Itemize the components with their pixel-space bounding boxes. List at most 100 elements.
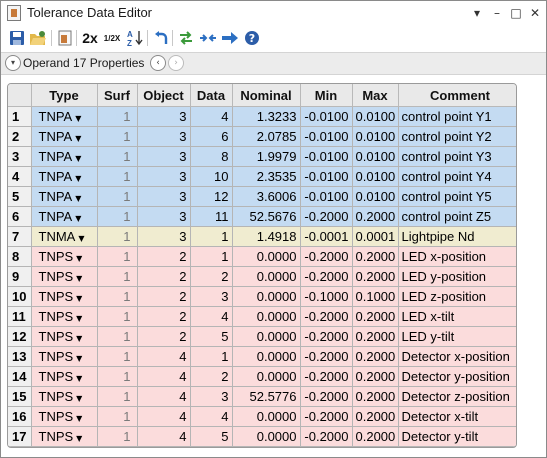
type-cell[interactable]: TNPS ▼ <box>31 246 98 267</box>
comment-cell[interactable]: control point Z5 <box>398 206 516 227</box>
nominal-cell[interactable]: 2.3535 <box>232 166 301 187</box>
surf-cell[interactable]: 1 <box>97 426 138 447</box>
object-cell[interactable]: 2 <box>137 306 191 327</box>
object-cell[interactable]: 3 <box>137 186 191 207</box>
row-number-header[interactable] <box>8 84 32 107</box>
max-cell[interactable]: 0.0100 <box>352 106 399 127</box>
max-cell[interactable]: 0.0100 <box>352 146 399 167</box>
row-number[interactable]: 14 <box>8 366 32 387</box>
comment-cell[interactable]: control point Y3 <box>398 146 516 167</box>
comment-cell[interactable]: Detector x-position <box>398 346 516 367</box>
surf-cell[interactable]: 1 <box>97 146 138 167</box>
object-cell[interactable]: 4 <box>137 386 191 407</box>
type-cell[interactable]: TNPS ▼ <box>31 326 98 347</box>
min-cell[interactable]: -0.2000 <box>300 386 353 407</box>
max-cell[interactable]: 0.0100 <box>352 126 399 147</box>
comment-cell[interactable]: Lightpipe Nd <box>398 226 516 247</box>
surf-cell[interactable]: 1 <box>97 206 138 227</box>
type-cell[interactable]: TNPA ▼ <box>31 206 98 227</box>
maximize-button[interactable]: □ <box>507 4 525 22</box>
dropdown-arrow-icon[interactable]: ▼ <box>75 154 81 163</box>
dropdown-arrow-icon[interactable]: ▼ <box>76 414 82 423</box>
nominal-cell[interactable]: 0.0000 <box>232 266 301 287</box>
row-number[interactable]: 17 <box>8 426 32 447</box>
table-row[interactable]: 15 TNPS ▼ 1 4 3 52.5776 -0.2000 0.2000 Detector z… <box>8 386 516 407</box>
undo-icon[interactable] <box>151 28 171 48</box>
save-icon[interactable] <box>7 28 27 48</box>
surf-cell[interactable]: 1 <box>97 346 138 367</box>
row-number[interactable]: 15 <box>8 386 32 407</box>
dropdown-arrow-icon[interactable]: ▼ <box>76 274 82 283</box>
data-cell[interactable]: 5 <box>190 326 233 347</box>
type-cell[interactable]: TNPA ▼ <box>31 186 98 207</box>
row-number[interactable]: 4 <box>8 166 32 187</box>
object-cell[interactable]: 3 <box>137 206 191 227</box>
dropdown-arrow-icon[interactable]: ▼ <box>76 374 82 383</box>
dropdown-arrow-icon[interactable]: ▼ <box>76 434 82 443</box>
min-cell[interactable]: -0.2000 <box>300 246 353 267</box>
dropdown-arrow-icon[interactable]: ▼ <box>76 294 82 303</box>
comment-cell[interactable]: Detector x-tilt <box>398 406 516 427</box>
table-row[interactable]: 2 TNPA ▼ 1 3 6 2.0785 -0.0100 0.0100 control poin… <box>8 126 516 147</box>
surf-cell[interactable]: 1 <box>97 306 138 327</box>
dropdown-arrow-icon[interactable]: ▼ <box>76 254 82 263</box>
table-row[interactable]: 3 TNPA ▼ 1 3 8 1.9979 -0.0100 0.0100 control poin… <box>8 146 516 167</box>
comment-cell[interactable]: control point Y2 <box>398 126 516 147</box>
column-header-comment[interactable]: Comment <box>398 84 516 107</box>
max-cell[interactable]: 0.2000 <box>352 366 399 387</box>
type-cell[interactable]: TNPA ▼ <box>31 166 98 187</box>
surf-cell[interactable]: 1 <box>97 106 138 127</box>
data-cell[interactable]: 4 <box>190 406 233 427</box>
open-icon[interactable] <box>28 28 48 48</box>
help-icon[interactable]: ? <box>242 28 262 48</box>
dropdown-arrow-icon[interactable]: ▼ <box>76 334 82 343</box>
surf-cell[interactable]: 1 <box>97 406 138 427</box>
column-header-type[interactable]: Type <box>31 84 98 107</box>
row-number[interactable]: 6 <box>8 206 32 227</box>
max-cell[interactable]: 0.2000 <box>352 306 399 327</box>
comment-cell[interactable]: control point Y4 <box>398 166 516 187</box>
object-cell[interactable]: 3 <box>137 126 191 147</box>
chevron-down-icon[interactable]: ▾ <box>5 55 21 71</box>
table-row[interactable]: 1 TNPA ▼ 1 3 4 1.3233 -0.0100 0.0100 control poin… <box>8 106 516 127</box>
min-cell[interactable]: -0.2000 <box>300 366 353 387</box>
surf-cell[interactable]: 1 <box>97 266 138 287</box>
table-row[interactable]: 12 TNPS ▼ 1 2 5 0.0000 -0.2000 0.2000 LED y-tilt <box>8 326 516 347</box>
nominal-cell[interactable]: 0.0000 <box>232 406 301 427</box>
dropdown-arrow-icon[interactable]: ▼ <box>75 114 81 123</box>
type-cell[interactable]: TNPA ▼ <box>31 106 98 127</box>
object-cell[interactable]: 4 <box>137 346 191 367</box>
comment-cell[interactable]: Detector y-position <box>398 366 516 387</box>
sort-az-icon[interactable]: AZ <box>125 28 145 48</box>
nominal-cell[interactable]: 1.9979 <box>232 146 301 167</box>
table-row[interactable]: 8 TNPS ▼ 1 2 1 0.0000 -0.2000 0.2000 LED x-positi… <box>8 246 516 267</box>
data-cell[interactable]: 8 <box>190 146 233 167</box>
row-number[interactable]: 5 <box>8 186 32 207</box>
min-cell[interactable]: -0.2000 <box>300 266 353 287</box>
data-cell[interactable]: 12 <box>190 186 233 207</box>
data-cell[interactable]: 1 <box>190 346 233 367</box>
comment-cell[interactable]: control point Y5 <box>398 186 516 207</box>
swap-icon[interactable] <box>176 28 196 48</box>
max-cell[interactable]: 0.2000 <box>352 246 399 267</box>
min-cell[interactable]: -0.0100 <box>300 186 353 207</box>
min-cell[interactable]: -0.2000 <box>300 306 353 327</box>
nominal-cell[interactable]: 1.4918 <box>232 226 301 247</box>
nominal-cell[interactable]: 0.0000 <box>232 346 301 367</box>
min-cell[interactable]: -0.0100 <box>300 146 353 167</box>
compress-icon[interactable] <box>198 28 218 48</box>
table-row[interactable]: 6 TNPA ▼ 1 3 11 52.5676 -0.2000 0.2000 control po… <box>8 206 516 227</box>
min-cell[interactable]: -0.2000 <box>300 346 353 367</box>
data-cell[interactable]: 6 <box>190 126 233 147</box>
prev-operand-button[interactable]: ‹ <box>150 55 166 71</box>
object-cell[interactable]: 4 <box>137 366 191 387</box>
nominal-cell[interactable]: 0.0000 <box>232 326 301 347</box>
row-number[interactable]: 7 <box>8 226 32 247</box>
data-cell[interactable]: 2 <box>190 266 233 287</box>
table-row[interactable]: 13 TNPS ▼ 1 4 1 0.0000 -0.2000 0.2000 Detector x-… <box>8 346 516 367</box>
surf-cell[interactable]: 1 <box>97 246 138 267</box>
row-number[interactable]: 9 <box>8 266 32 287</box>
data-cell[interactable]: 4 <box>190 106 233 127</box>
surf-cell[interactable]: 1 <box>97 166 138 187</box>
type-cell[interactable]: TNPS ▼ <box>31 266 98 287</box>
